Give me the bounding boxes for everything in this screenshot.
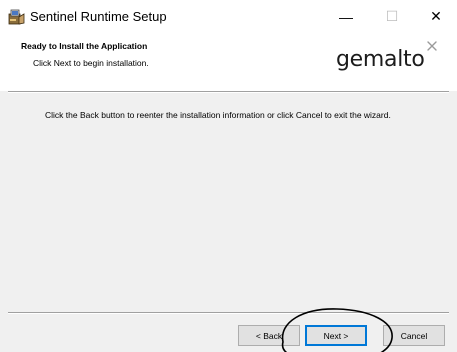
minimize-icon: — bbox=[339, 8, 353, 25]
footer-divider bbox=[8, 312, 449, 314]
setup-window: Sentinel Runtime Setup — ☐ ✕ Ready to In… bbox=[0, 0, 457, 352]
page-subtitle: Click Next to begin installation. bbox=[33, 58, 149, 68]
header-divider bbox=[8, 91, 449, 93]
next-button[interactable]: Next > bbox=[305, 325, 367, 346]
header-banner: Ready to Install the Application Click N… bbox=[0, 33, 457, 91]
back-button[interactable]: < Back bbox=[238, 325, 300, 346]
instruction-text: Click the Back button to reenter the ins… bbox=[45, 110, 391, 120]
maximize-icon: ☐ bbox=[385, 8, 399, 24]
gemalto-logo: gemalto bbox=[336, 47, 425, 72]
cancel-button[interactable]: Cancel bbox=[383, 325, 445, 346]
title-bar[interactable]: Sentinel Runtime Setup — ☐ ✕ bbox=[0, 0, 457, 33]
setup-installer-icon bbox=[8, 9, 25, 25]
close-button[interactable]: ✕ bbox=[414, 0, 457, 33]
window-title: Sentinel Runtime Setup bbox=[30, 9, 167, 24]
minimize-button[interactable]: — bbox=[324, 0, 368, 33]
page-title: Ready to Install the Application bbox=[21, 41, 148, 51]
close-icon: ✕ bbox=[430, 8, 442, 24]
logo-mark-icon bbox=[427, 41, 437, 51]
maximize-button[interactable]: ☐ bbox=[370, 0, 414, 33]
